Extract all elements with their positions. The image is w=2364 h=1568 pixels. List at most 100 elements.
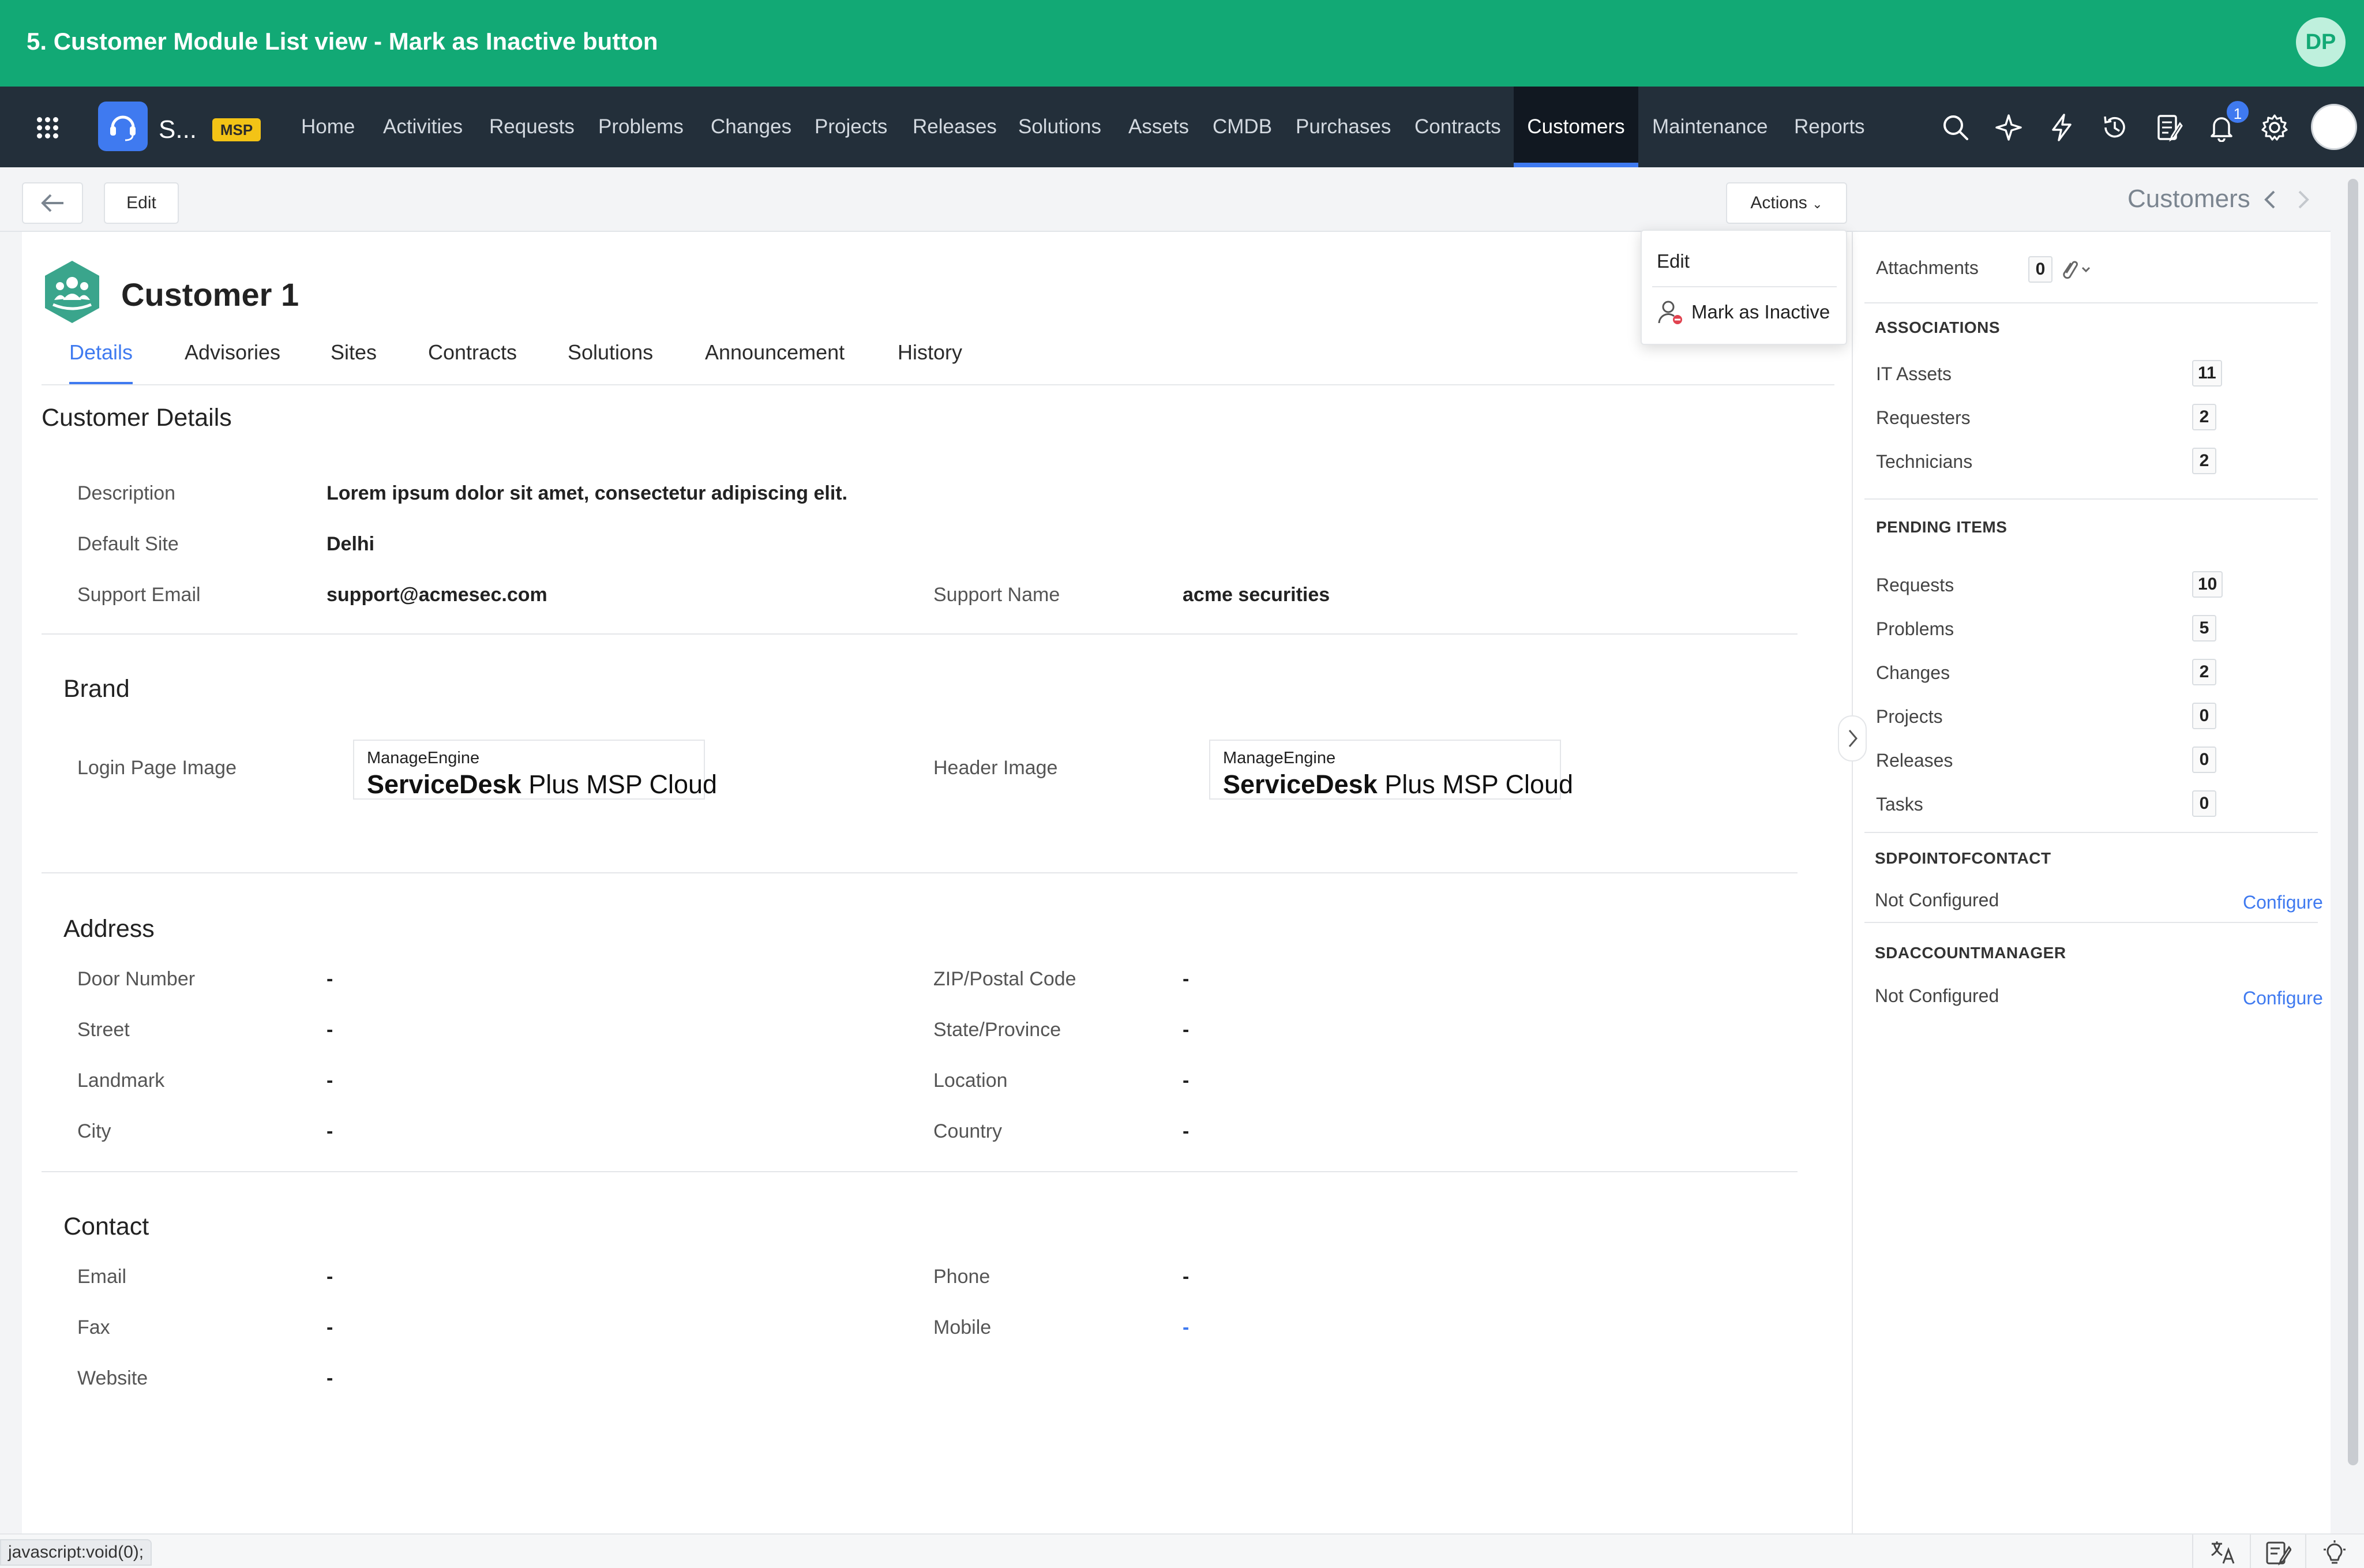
- nav-projects[interactable]: Projects: [815, 87, 887, 167]
- nav-home[interactable]: Home: [301, 87, 355, 167]
- fax-label: Fax: [77, 1316, 110, 1338]
- gear-icon[interactable]: [2260, 113, 2289, 142]
- app-logo[interactable]: [98, 102, 148, 151]
- menu-item-mark-as-inactive[interactable]: Mark as Inactive: [1657, 299, 1841, 331]
- account-manager-value: Not Configured: [1875, 985, 1999, 1006]
- lightning-icon[interactable]: [2047, 113, 2076, 142]
- technicians-count[interactable]: 2: [2192, 448, 2216, 474]
- user-avatar[interactable]: [2311, 104, 2357, 150]
- actions-button[interactable]: Actions ⌄: [1726, 182, 1847, 224]
- it-assets-count[interactable]: 11: [2192, 360, 2222, 387]
- edit-button[interactable]: Edit: [104, 182, 179, 224]
- configure-account-manager-link[interactable]: Configure: [2243, 988, 2323, 1009]
- mobile-value[interactable]: -: [1183, 1316, 1189, 1339]
- section-divider: [42, 1171, 1798, 1172]
- mark-as-inactive-label: Mark as Inactive: [1691, 301, 1830, 322]
- country-value: -: [1183, 1120, 1189, 1142]
- requesters-label[interactable]: Requesters: [1876, 407, 1971, 429]
- banner-title: 5. Customer Module List view - Mark as I…: [27, 28, 658, 55]
- notes-icon[interactable]: [2155, 113, 2183, 142]
- nav-changes[interactable]: Changes: [711, 87, 791, 167]
- description-label: Description: [77, 482, 176, 504]
- attachments-label: Attachments: [1876, 257, 1979, 278]
- nav-purchases[interactable]: Purchases: [1296, 87, 1391, 167]
- pending-releases-label[interactable]: Releases: [1876, 750, 1953, 771]
- panel-toggle-button[interactable]: [1838, 715, 1867, 762]
- nav-solutions[interactable]: Solutions: [1018, 87, 1101, 167]
- tab-contracts[interactable]: Contracts: [428, 337, 517, 385]
- nav-reports[interactable]: Reports: [1794, 87, 1865, 167]
- pending-problems-count[interactable]: 5: [2192, 615, 2216, 642]
- city-label: City: [77, 1120, 111, 1142]
- back-button[interactable]: [22, 182, 83, 224]
- chevron-left-icon[interactable]: [2259, 188, 2282, 211]
- landmark-value: -: [327, 1070, 333, 1091]
- landmark-label: Landmark: [77, 1070, 165, 1091]
- nav-maintenance[interactable]: Maintenance: [1652, 87, 1768, 167]
- app-name[interactable]: S...: [159, 115, 197, 144]
- chevron-right-icon[interactable]: [2291, 188, 2314, 211]
- account-manager-heading: SDACCOUNTMANAGER: [1875, 944, 2066, 962]
- menu-item-edit[interactable]: Edit: [1657, 250, 1690, 272]
- tab-details[interactable]: Details: [69, 337, 133, 385]
- support-email-value: support@acmesec.com: [327, 584, 547, 606]
- history-icon[interactable]: [2100, 113, 2129, 142]
- page-scrollbar[interactable]: [2348, 179, 2358, 1465]
- msp-badge: MSP: [212, 118, 261, 141]
- nav-activities[interactable]: Activities: [383, 87, 463, 167]
- logo-product: ServiceDesk Plus MSP Cloud: [1223, 770, 1574, 799]
- it-assets-label[interactable]: IT Assets: [1876, 363, 1952, 385]
- menu-separator: [1652, 286, 1837, 287]
- panel-divider: [1864, 302, 2318, 303]
- mobile-label: Mobile: [933, 1316, 992, 1338]
- nav-assets[interactable]: Assets: [1128, 87, 1189, 167]
- pending-problems-label[interactable]: Problems: [1876, 618, 1954, 640]
- banner-avatar[interactable]: DP: [2296, 17, 2346, 67]
- tab-sites[interactable]: Sites: [331, 337, 377, 385]
- tab-history[interactable]: History: [898, 337, 962, 385]
- pending-releases-count[interactable]: 0: [2192, 747, 2216, 773]
- pending-projects-label[interactable]: Projects: [1876, 706, 1943, 727]
- pending-changes-count[interactable]: 2: [2192, 659, 2216, 685]
- pending-tasks-count[interactable]: 0: [2192, 790, 2216, 817]
- tab-announcement[interactable]: Announcement: [705, 337, 845, 385]
- pending-requests-count[interactable]: 10: [2192, 571, 2223, 598]
- pending-requests-label[interactable]: Requests: [1876, 575, 1954, 596]
- nav-releases[interactable]: Releases: [913, 87, 997, 167]
- lightbulb-icon[interactable]: [2321, 1539, 2348, 1566]
- pending-changes-label[interactable]: Changes: [1876, 662, 1950, 684]
- nav-requests[interactable]: Requests: [489, 87, 575, 167]
- search-icon[interactable]: [1941, 113, 1970, 142]
- configure-point-of-contact-link[interactable]: Configure: [2243, 892, 2323, 913]
- panel-divider: [1864, 832, 2318, 833]
- address-title: Address: [63, 915, 155, 943]
- email-label: Email: [77, 1266, 127, 1288]
- city-value: -: [327, 1120, 333, 1142]
- notes-icon[interactable]: [2265, 1539, 2291, 1566]
- pending-tasks-label[interactable]: Tasks: [1876, 794, 1923, 815]
- zip-value: -: [1183, 968, 1189, 990]
- logo-product: ServiceDesk Plus MSP Cloud: [367, 770, 718, 799]
- status-separator: [2192, 1535, 2193, 1568]
- user-inactive-icon: [1658, 301, 1682, 324]
- requesters-count[interactable]: 2: [2192, 404, 2216, 430]
- customer-icon: [45, 261, 99, 323]
- status-bar: javascript:void(0);: [0, 1533, 2364, 1568]
- tab-advisories[interactable]: Advisories: [185, 337, 280, 385]
- nav-customers[interactable]: Customers: [1514, 87, 1638, 167]
- fax-value: -: [327, 1316, 333, 1338]
- paperclip-icon[interactable]: [2058, 257, 2095, 282]
- technicians-label[interactable]: Technicians: [1876, 451, 1972, 472]
- location-value: -: [1183, 1070, 1189, 1091]
- phone-value: -: [1183, 1266, 1189, 1288]
- app-grid-icon[interactable]: [36, 116, 59, 139]
- nav-contracts[interactable]: Contracts: [1414, 87, 1501, 167]
- nav-cmdb[interactable]: CMDB: [1213, 87, 1272, 167]
- translate-icon[interactable]: [2209, 1539, 2236, 1566]
- nav-problems[interactable]: Problems: [598, 87, 684, 167]
- header-image-label: Header Image: [933, 757, 1058, 779]
- section-divider: [42, 872, 1798, 873]
- sparkle-icon[interactable]: [1994, 113, 2023, 142]
- tab-solutions[interactable]: Solutions: [568, 337, 653, 385]
- pending-projects-count[interactable]: 0: [2192, 703, 2216, 729]
